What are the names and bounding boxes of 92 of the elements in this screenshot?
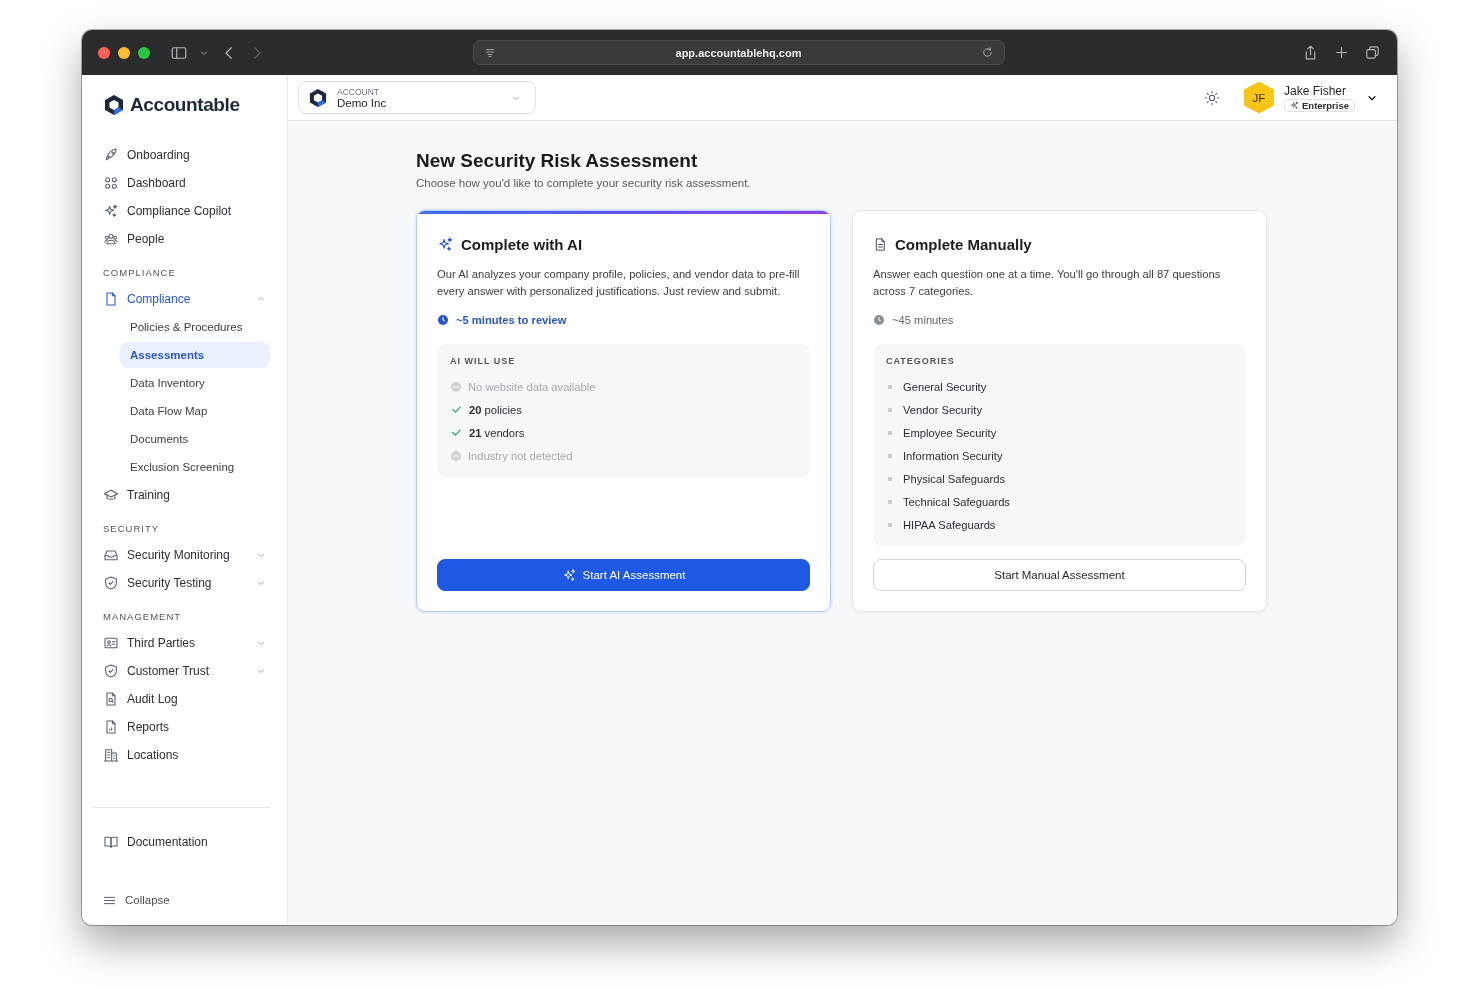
nav-item[interactable]: Security Monitoring xyxy=(102,541,270,569)
panel-heading: CATEGORIES xyxy=(886,356,956,368)
nav-item[interactable]: Training xyxy=(102,481,270,509)
nav-item[interactable]: Security Testing xyxy=(102,569,270,597)
nav-item[interactable]: Audit Log xyxy=(102,685,270,713)
list-item: No website data available xyxy=(468,380,596,393)
account-selector[interactable]: ACCOUNT Demo Inc xyxy=(298,81,536,114)
nav-item[interactable]: Onboarding xyxy=(102,141,270,169)
rocket-icon xyxy=(103,147,119,163)
bullet-icon xyxy=(888,476,892,481)
shield-check-icon xyxy=(103,663,119,679)
people-icon xyxy=(103,231,119,247)
sparkle-icon xyxy=(103,203,119,219)
building-icon xyxy=(103,747,119,763)
collapse-button[interactable]: Collapse xyxy=(102,889,270,911)
inbox-icon xyxy=(103,547,119,563)
clock-icon xyxy=(873,314,885,326)
document-icon xyxy=(873,236,888,252)
sparkle-icon xyxy=(1290,100,1299,110)
bullet-icon xyxy=(888,499,892,504)
section-heading: SECURITY xyxy=(103,522,161,536)
nav-subitem[interactable]: Exclusion Screening xyxy=(120,454,270,480)
list-item: General Security xyxy=(903,380,987,393)
nav-item[interactable]: Locations xyxy=(102,741,270,769)
logo-icon xyxy=(104,94,124,116)
section-heading: MANAGEMENT xyxy=(103,610,183,624)
id-card-icon xyxy=(103,635,119,651)
section-heading: COMPLIANCE xyxy=(103,266,177,280)
page-icon xyxy=(484,46,496,59)
plus-icon[interactable] xyxy=(1333,44,1350,61)
nav-item[interactable]: Documentation xyxy=(102,828,270,856)
card-title: Complete with AI xyxy=(461,235,583,253)
account-logo-icon xyxy=(309,87,327,108)
list-item: 21 vendors xyxy=(469,426,525,439)
document-chart-icon xyxy=(103,719,119,735)
nav-item[interactable]: Compliance Copilot xyxy=(102,197,270,225)
time-estimate: ~45 minutes xyxy=(892,314,954,326)
sparkle-icon xyxy=(437,235,454,253)
page-title: New Security Risk Assessment xyxy=(416,149,699,173)
nav-item[interactable]: Compliance xyxy=(102,285,270,313)
nav-subitem[interactable]: Data Inventory xyxy=(120,370,270,396)
bullet-icon xyxy=(888,522,892,527)
book-icon xyxy=(103,834,119,850)
logo-text: Accountable xyxy=(130,94,240,116)
card-description: Answer each question one at a time. You'll go through all 87 questions across 7 categories. xyxy=(873,267,1222,299)
bullet-icon xyxy=(888,407,892,412)
address-bar[interactable]: app.accountablehq.com xyxy=(473,40,1005,65)
nav-subitem[interactable]: Assessments xyxy=(120,342,270,368)
sparkle-icon xyxy=(561,567,577,583)
shield-check-icon xyxy=(103,575,119,591)
nav-item[interactable]: Dashboard xyxy=(102,169,270,197)
sun-icon[interactable] xyxy=(1204,89,1220,106)
bullet-icon xyxy=(888,453,892,458)
window-control-icon[interactable] xyxy=(98,46,110,59)
account-name: Demo Inc xyxy=(337,96,388,109)
avatar[interactable]: JF xyxy=(1244,81,1274,114)
document-icon xyxy=(103,291,119,307)
user-name: Jake Fisher xyxy=(1284,83,1347,98)
card-description: Our AI analyzes your company profile, policies, and vendor data to pre-fill every answer with personalized justifications. Just review and submit. xyxy=(437,267,801,299)
list-item: Vendor Security xyxy=(903,403,982,416)
grid-icon xyxy=(103,175,119,191)
document-search-icon xyxy=(103,691,119,707)
bullet-icon xyxy=(888,384,892,389)
plan-badge: Enterprise xyxy=(1284,98,1355,112)
time-estimate: ~5 minutes to review xyxy=(456,314,567,326)
nav-item[interactable]: People xyxy=(102,225,270,253)
panel-heading: AI WILL USE xyxy=(450,356,517,368)
tabs-icon[interactable] xyxy=(1364,44,1381,61)
start-button[interactable]: Start AI Assessment xyxy=(437,559,810,591)
nav-subitem[interactable]: Policies & Procedures xyxy=(120,314,270,340)
nav-item[interactable]: Customer Trust xyxy=(102,657,270,685)
account-label: ACCOUNT xyxy=(337,86,381,97)
list-item: 20 policies xyxy=(469,403,522,416)
list-item: Employee Security xyxy=(903,426,997,439)
page-subtitle: Choose how you'd like to complete your security risk assessment. xyxy=(416,177,752,189)
list-item: Physical Safeguards xyxy=(903,472,1005,485)
list-item: HIPAA Safeguards xyxy=(903,518,996,531)
nav-item[interactable]: Third Parties xyxy=(102,629,270,657)
list-item: Industry not detected xyxy=(468,449,573,462)
window-control-icon[interactable] xyxy=(138,46,150,59)
nav-subitem[interactable]: Data Flow Map xyxy=(120,398,270,424)
bullet-icon xyxy=(888,430,892,435)
window-control-icon[interactable] xyxy=(118,46,130,59)
nav-item[interactable]: Reports xyxy=(102,713,270,741)
reload-icon xyxy=(981,46,994,59)
clock-icon xyxy=(437,314,449,326)
start-button[interactable]: Start Manual Assessment xyxy=(873,559,1246,591)
list-item: Information Security xyxy=(903,449,1003,462)
nav-subitem[interactable]: Documents xyxy=(120,426,270,452)
graduation-cap-icon xyxy=(103,487,119,503)
list-item: Technical Safeguards xyxy=(903,495,1010,508)
card-title: Complete Manually xyxy=(895,235,1032,253)
